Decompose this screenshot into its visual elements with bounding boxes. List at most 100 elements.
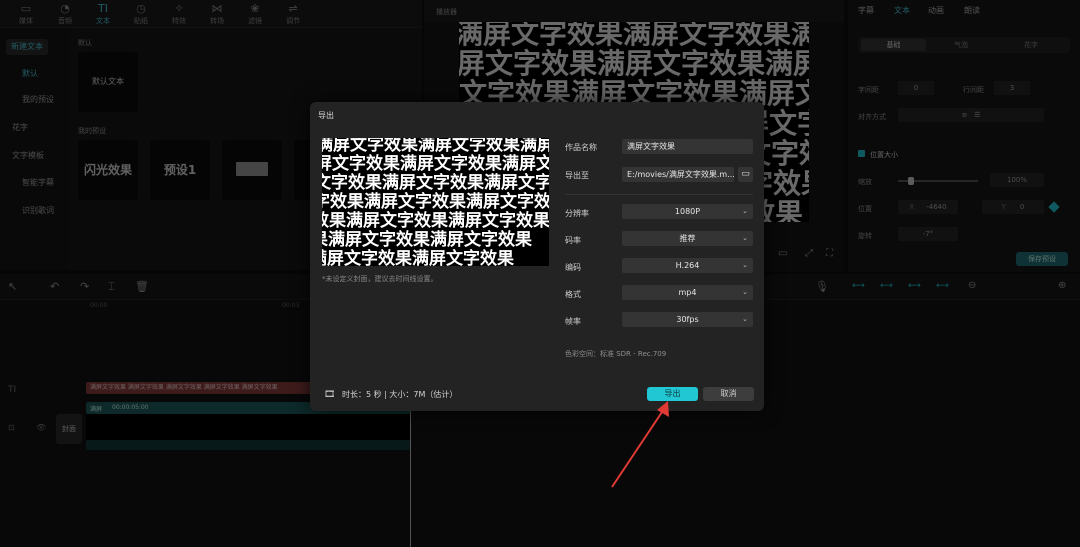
filter-icon: ❀	[250, 2, 260, 15]
tab-filter[interactable]: ❀ 滤镜	[237, 2, 273, 28]
preview-text-line: 满屏文字效果满屏文字效果满屏文字效果	[322, 193, 549, 212]
preview-text: 满屏文字效果	[418, 138, 520, 155]
nav-auto-captions[interactable]: 智能字幕	[22, 175, 54, 191]
cover-button[interactable]: 封面	[56, 414, 82, 444]
dialog-title: 导出	[318, 111, 334, 120]
bitrate-label: 码率	[565, 236, 581, 245]
tab-text-style[interactable]: 文本	[894, 5, 910, 16]
tab-captions[interactable]: 字幕	[858, 5, 874, 16]
path-input[interactable]: E:/movies/满屏文字效果.m...	[622, 167, 734, 182]
player-title: 播放器	[436, 8, 457, 16]
lock-icon[interactable]: ⊡	[8, 423, 15, 432]
rotate-input[interactable]: -7°	[898, 227, 958, 241]
preview-text: 满屏文字效果	[502, 154, 549, 174]
link-icon[interactable]: ⟷	[852, 281, 865, 291]
preview-text: 满屏文字效果	[459, 47, 598, 80]
eye-icon[interactable]: 👁	[36, 423, 46, 432]
text-clip-label: 满屏文字效果 满屏文字效果 满屏文字效果 满屏文字效果 满屏文字效果	[90, 384, 278, 391]
undo-icon[interactable]: ↶	[50, 280, 59, 293]
fps-select[interactable]: 30fps ⌄	[622, 312, 753, 327]
tab-transition[interactable]: ⋈ 转场	[199, 2, 235, 28]
subtab-basic[interactable]: 基础	[861, 39, 926, 51]
rotate-label: 旋转	[858, 232, 872, 240]
tab-audio[interactable]: ◔ 音频	[47, 2, 83, 28]
preset-tile-3[interactable]	[222, 140, 282, 200]
video-clip-duration: 00:00:05:00	[112, 404, 149, 411]
zoom-out-icon[interactable]: ⊖	[968, 280, 976, 291]
tab-text[interactable]: TI 文本	[85, 2, 121, 28]
preview-text-line: 满屏文字效果满屏文字效果满屏文字效果	[322, 174, 549, 193]
text-panel-nav: 新建文本 默认 我的预设 花字 文字模板 智能字幕 识别歌词	[0, 28, 68, 270]
nav-new-text[interactable]: 新建文本	[6, 39, 48, 55]
tab-label: 转场	[210, 17, 224, 25]
position-size-checkbox[interactable]	[858, 150, 865, 157]
preview-text: 满屏文字效果	[322, 192, 364, 212]
name-input[interactable]: 满屏文字效果	[622, 139, 753, 154]
folder-icon[interactable]: ▭	[738, 167, 753, 182]
position-x-input[interactable]: X -4640	[898, 200, 958, 214]
section-my-presets: 我的预设	[78, 127, 106, 135]
split-icon[interactable]: ⌶	[108, 280, 115, 294]
zoom-in-icon[interactable]: ⊕	[1058, 280, 1066, 291]
nav-fancy-text[interactable]: 花字	[12, 120, 28, 136]
select-tool-icon[interactable]: ↖	[8, 280, 17, 293]
position-size-label: 位置大小	[870, 151, 898, 159]
preset-tile-1[interactable]: 预设1	[150, 140, 210, 200]
scale-slider-handle[interactable]	[908, 177, 914, 185]
preview-text: 满屏文字效果	[364, 192, 466, 212]
save-preset-button[interactable]: 保存预设	[1016, 252, 1068, 266]
link-icon[interactable]: ⟷	[880, 281, 893, 291]
preset-tile-flash[interactable]: 闪光效果	[78, 140, 138, 200]
nav-text-templates[interactable]: 文字模板	[12, 148, 44, 164]
preset-thumbnail	[236, 162, 268, 176]
position-y-input[interactable]: Y0	[982, 200, 1044, 214]
nav-default[interactable]: 默认	[22, 66, 38, 82]
scale-input[interactable]: 100%	[990, 173, 1044, 187]
microphone-icon[interactable]: 🎙	[815, 280, 829, 293]
scale-slider[interactable]	[898, 177, 978, 185]
preview-text: 满屏文字效果	[466, 192, 549, 212]
resolution-select[interactable]: 1080P ⌄	[622, 204, 753, 219]
video-clip[interactable]	[86, 414, 410, 440]
media-icon: ▭	[20, 2, 32, 15]
pos-y-value: 0	[1019, 203, 1025, 211]
export-preview: 满屏文字效果满屏文字效果满屏文字效果 满屏文字效果满屏文字效果满屏文字效果 满屏…	[322, 138, 549, 266]
codec-select[interactable]: H.264 ⌄	[622, 258, 753, 273]
delete-icon[interactable]: 🗑	[135, 280, 149, 293]
subtab-fancy[interactable]: 花字	[1024, 40, 1038, 50]
letter-spacing-input[interactable]: 0	[898, 81, 934, 95]
color-space-info: 色彩空间：标准 SDR - Rec.709	[565, 350, 667, 358]
format-select[interactable]: mp4 ⌄	[622, 285, 753, 300]
preview-text: 满屏文字效果	[484, 173, 549, 193]
redo-icon[interactable]: ↷	[80, 280, 89, 293]
link-icon[interactable]: ⟷	[936, 281, 949, 291]
bitrate-select[interactable]: 推荐 ⌄	[622, 231, 753, 246]
annotation-arrow	[611, 401, 669, 488]
preview-text: 满屏文字效果	[597, 47, 766, 80]
aspect-ratio-icon[interactable]: ▭	[778, 248, 787, 259]
nav-lyrics[interactable]: 识别歌词	[22, 203, 54, 219]
line-spacing-label: 行间距	[963, 86, 984, 94]
default-text-tile[interactable]: 默认文本	[78, 52, 138, 112]
link-icon[interactable]: ⟷	[908, 281, 921, 291]
zoom-icon[interactable]: ⤢	[805, 248, 813, 259]
tab-sticker[interactable]: ◷ 贴纸	[123, 2, 159, 28]
tab-animation[interactable]: 动画	[928, 5, 944, 16]
alignment-buttons[interactable]: ≡ ☰	[898, 108, 1044, 122]
cancel-button[interactable]: 取消	[703, 387, 754, 401]
position-label: 位置	[858, 205, 872, 213]
chevron-down-icon: ⌄	[742, 315, 748, 323]
tab-media[interactable]: ▭ 媒体	[8, 2, 44, 28]
tab-adjust[interactable]: ⇌ 调节	[275, 2, 311, 28]
fullscreen-icon[interactable]: ⛶	[826, 248, 833, 259]
path-label: 导出至	[565, 171, 589, 180]
line-spacing-input[interactable]: 3	[994, 81, 1030, 95]
nav-my-presets[interactable]: 我的预设	[22, 92, 54, 108]
tab-effects[interactable]: ✧ 特效	[161, 2, 197, 28]
duration-size-info: 时长：5 秒 | 大小：7M（估计）	[341, 390, 458, 399]
pos-x-label: X	[909, 203, 915, 211]
preview-text: 满屏文字效果	[765, 47, 809, 80]
subtab-bubble[interactable]: 气泡	[954, 40, 968, 50]
tab-label: 贴纸	[134, 17, 148, 25]
tab-read-aloud[interactable]: 朗读	[964, 5, 980, 16]
